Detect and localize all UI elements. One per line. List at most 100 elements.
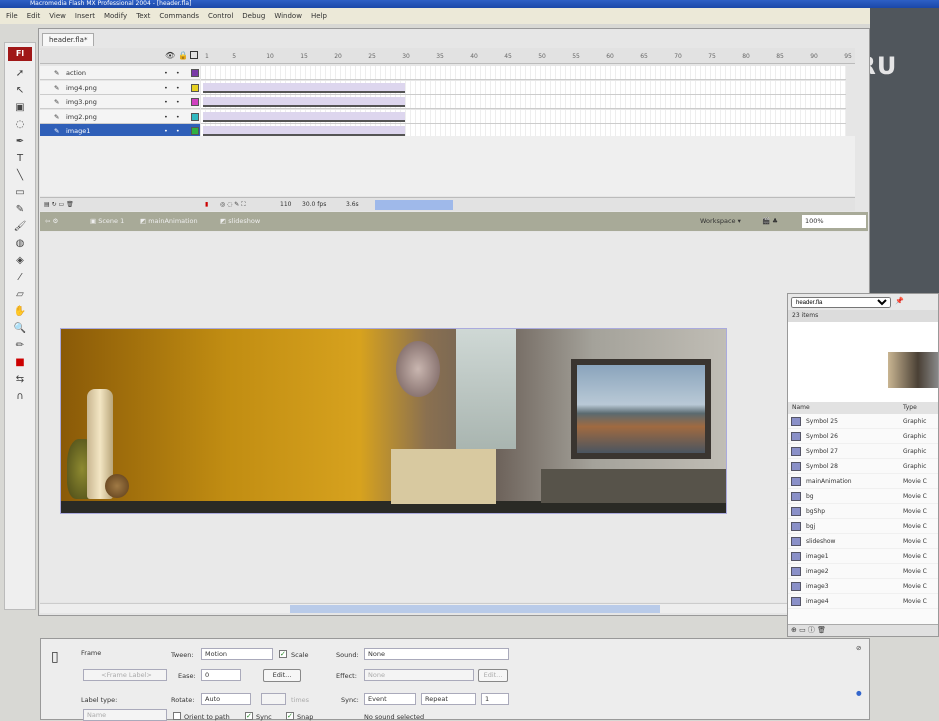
pin-icon[interactable]: 📌 (895, 297, 904, 307)
fill-color-icon[interactable]: ■ (5, 354, 35, 371)
menu-window[interactable]: Window (274, 12, 302, 20)
sound-select[interactable]: None (364, 648, 509, 660)
edit-ease-button[interactable]: Edit... (263, 669, 301, 682)
layer-frames[interactable] (201, 95, 846, 109)
effect-select[interactable]: None (364, 669, 474, 681)
free-transform-icon[interactable]: ▣ (5, 99, 35, 116)
menu-file[interactable]: File (6, 12, 18, 20)
layer-frames[interactable] (201, 80, 846, 95)
layer-outline-color[interactable] (191, 98, 199, 106)
lock-icon[interactable]: 🔒 (178, 51, 188, 60)
layer-row[interactable]: ✎ action •• (40, 66, 200, 80)
layer-outline-color[interactable] (191, 112, 199, 121)
pencil-icon[interactable]: ✎ (5, 201, 35, 218)
workspace-menu[interactable]: Workspace ▾ (700, 212, 741, 231)
eyedropper-icon[interactable]: ⁄ (5, 269, 35, 286)
sync-checkbox[interactable]: ✓ (245, 712, 253, 720)
document-tab[interactable]: header.fla* (42, 33, 95, 46)
library-item[interactable]: bgj Movie C (788, 519, 938, 534)
repeat-select[interactable]: Repeat (421, 693, 476, 705)
scale-checkbox[interactable]: ✓ (279, 650, 287, 658)
motion-tween[interactable] (203, 126, 405, 136)
layer-row[interactable]: ✎ img4.png •• (40, 80, 200, 95)
brush-icon[interactable]: 🖌 (5, 218, 35, 235)
timeline-ruler[interactable]: 👁 🔒 1 5 10 15 20 25 30 35 40 45 50 55 60 65 70 75 80 85 90… (40, 48, 855, 64)
library-item[interactable]: slideshow Movie C (788, 534, 938, 549)
ease-input[interactable]: 0 (201, 669, 241, 681)
menu-edit[interactable]: Edit (27, 12, 41, 20)
stroke-color-icon[interactable]: ✏ (5, 337, 35, 354)
help-icon[interactable]: ⊘ (856, 644, 861, 652)
library-column-header[interactable]: Name Type (788, 402, 938, 414)
back-arrow-icon[interactable]: ⇦ ⚙ (45, 212, 58, 231)
library-item[interactable]: image1 Movie C (788, 549, 938, 564)
library-item[interactable]: image2 Movie C (788, 564, 938, 579)
library-item[interactable]: Symbol 27 Graphic (788, 444, 938, 459)
lasso-icon[interactable]: ◌ (5, 116, 35, 133)
layer-visibility-lock[interactable]: •• (164, 81, 188, 95)
layer-outline-color[interactable] (191, 127, 199, 135)
breadcrumb-slideshow[interactable]: ◩ slideshow (220, 212, 260, 231)
effect-edit-button[interactable]: Edit... (478, 669, 508, 682)
layer-visibility-lock[interactable]: •• (164, 95, 188, 109)
menu-text[interactable]: Text (136, 12, 150, 20)
swap-colors-icon[interactable]: ⇆ (5, 371, 35, 388)
layer-row[interactable]: ✎ img2.png •• (40, 109, 200, 124)
stage-banner-image[interactable] (60, 328, 727, 514)
arrow-tool-icon[interactable]: ➚ (5, 65, 35, 82)
library-item[interactable]: Symbol 28 Graphic (788, 459, 938, 474)
stage-horizontal-scrollbar[interactable] (40, 603, 868, 613)
library-document-select[interactable]: header.fla (791, 297, 891, 308)
line-tool-icon[interactable]: ╲ (5, 167, 35, 184)
motion-tween[interactable] (203, 82, 405, 93)
orient-to-path-checkbox[interactable] (173, 712, 181, 720)
menu-debug[interactable]: Debug (242, 12, 265, 20)
zoom-tool-icon[interactable]: 🔍 (5, 320, 35, 337)
menu-help[interactable]: Help (311, 12, 327, 20)
layer-frames[interactable] (201, 66, 846, 80)
frame-label-input[interactable]: <Frame Label> (83, 669, 167, 681)
repeat-count-input[interactable]: 1 (481, 693, 509, 705)
layer-outline-color[interactable] (191, 69, 199, 77)
rectangle-tool-icon[interactable]: ▭ (5, 184, 35, 201)
menu-control[interactable]: Control (208, 12, 233, 20)
eraser-icon[interactable]: ▱ (5, 286, 35, 303)
library-item[interactable]: Symbol 26 Graphic (788, 429, 938, 444)
expand-icon[interactable]: ● (856, 689, 862, 697)
library-item[interactable]: bg Movie C (788, 489, 938, 504)
pen-icon[interactable]: ✒ (5, 133, 35, 150)
paint-bucket-icon[interactable]: ◈ (5, 252, 35, 269)
motion-tween[interactable] (203, 111, 405, 122)
edit-scene-icon[interactable]: 🎬 ♣ (762, 212, 778, 231)
menu-modify[interactable]: Modify (104, 12, 127, 20)
breadcrumb-scene[interactable]: ▣ Scene 1 (90, 212, 124, 231)
zoom-select[interactable]: 100% (802, 215, 866, 228)
layer-row[interactable]: ✎ img3.png •• (40, 95, 200, 109)
layer-frames[interactable] (201, 109, 846, 124)
timeline-scrollbar[interactable] (375, 200, 453, 210)
rotate-times-input[interactable] (261, 693, 286, 705)
library-footer[interactable]: ⊕ ▭ ⓘ 🗑 (788, 624, 938, 636)
hand-tool-icon[interactable]: ✋ (5, 303, 35, 320)
motion-tween[interactable] (203, 97, 405, 107)
text-tool-icon[interactable]: T (5, 150, 35, 167)
library-item[interactable]: image4 Movie C (788, 594, 938, 609)
layer-visibility-lock[interactable]: •• (164, 66, 188, 80)
menu-view[interactable]: View (49, 12, 66, 20)
breadcrumb-mainanimation[interactable]: ◩ mainAnimation (140, 212, 198, 231)
rotate-select[interactable]: Auto (201, 693, 251, 705)
ink-bottle-icon[interactable]: ◍ (5, 235, 35, 252)
library-item[interactable]: mainAnimation Movie C (788, 474, 938, 489)
menu-insert[interactable]: Insert (75, 12, 95, 20)
insert-layer-icon[interactable]: ▤ ↻ ▭ 🗑 (44, 198, 74, 212)
tween-select[interactable]: Motion (201, 648, 273, 660)
library-item[interactable]: Symbol 25 Graphic (788, 414, 938, 429)
layer-outline-color[interactable] (191, 83, 199, 92)
library-item[interactable]: bgShp Movie C (788, 504, 938, 519)
onion-skin-icon[interactable]: ◎ ◌ ✎ ⛶ (220, 198, 245, 212)
layer-visibility-lock[interactable]: •• (164, 110, 188, 124)
sync-select[interactable]: Event (364, 693, 416, 705)
label-type-select[interactable]: Name (83, 709, 167, 721)
eye-icon[interactable]: 👁 (165, 51, 175, 60)
menu-commands[interactable]: Commands (159, 12, 199, 20)
